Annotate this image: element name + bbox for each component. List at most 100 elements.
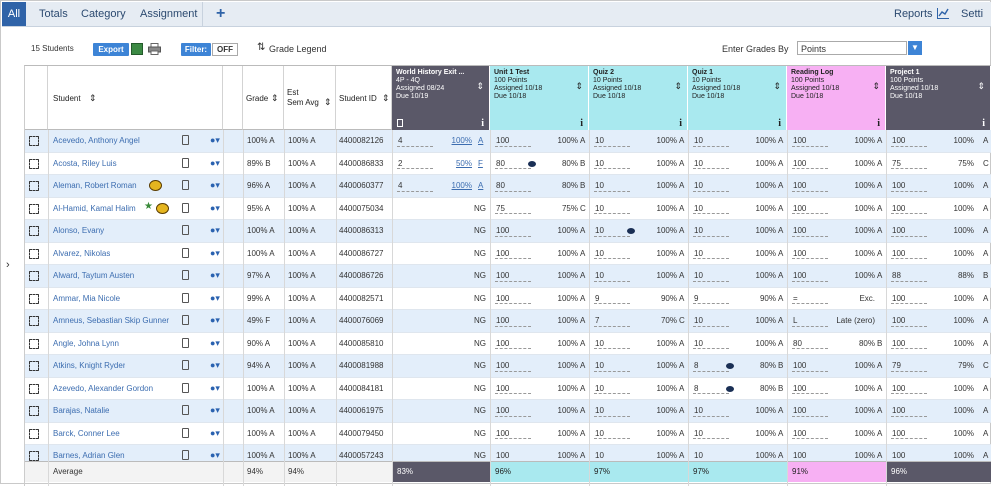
student-menu-icon[interactable]: ●▾ [210, 428, 220, 439]
clipboard-icon[interactable] [182, 292, 189, 303]
student-menu-icon[interactable]: ●▾ [210, 360, 220, 371]
expand-row-icon[interactable] [29, 361, 39, 371]
score-value[interactable]: 100 [793, 423, 806, 445]
score-value[interactable]: 80 [496, 153, 505, 175]
score-value[interactable]: 80 [496, 175, 505, 197]
student-name-link[interactable]: Azevedo, Alexander Gordon [53, 378, 153, 400]
sort-icon[interactable]: ⇕ [324, 97, 332, 108]
sort-icon[interactable]: ⇕ [872, 82, 880, 91]
clipboard-icon[interactable] [182, 135, 189, 145]
score-value[interactable]: 10 [694, 220, 703, 242]
score-value[interactable]: 100 [496, 243, 509, 265]
score-value[interactable]: 10 [694, 423, 703, 445]
comment-icon[interactable] [528, 160, 536, 167]
tab-category[interactable]: Category [81, 2, 126, 26]
score-value[interactable]: 10 [694, 333, 703, 355]
student-name-link[interactable]: Al-Hamid, Kamal Halim [53, 198, 136, 220]
score-value[interactable]: 10 [694, 153, 703, 175]
student-menu-icon[interactable]: ●▾ [210, 315, 220, 326]
score-value[interactable]: 100 [496, 220, 509, 242]
student-row[interactable]: Alvarez, Nikolas ●▾ 100% A 100% A 4400086727… [25, 243, 991, 265]
student-name-link[interactable]: Acosta, Riley Luis [53, 153, 117, 175]
filter-label[interactable]: Filter: [181, 43, 211, 56]
header-est-sem-avg[interactable]: Est Sem Avg ⇕ [284, 66, 336, 130]
comment-icon[interactable] [627, 228, 635, 234]
clipboard-icon[interactable] [182, 405, 189, 415]
student-name-link[interactable]: Angle, Johna Lynn [53, 333, 119, 355]
score-value[interactable]: 100 [793, 243, 806, 265]
student-menu-icon[interactable]: ●▾ [210, 135, 220, 146]
student-row[interactable]: Acosta, Riley Luis ●▾ 89% B 100% A 440008683… [25, 153, 991, 175]
score-value[interactable]: 10 [694, 400, 703, 422]
student-menu-icon[interactable]: ●▾ [210, 450, 220, 461]
student-menu-icon[interactable]: ●▾ [210, 158, 220, 169]
score-value[interactable]: 100 [793, 220, 806, 242]
score-value[interactable]: 10 [595, 400, 604, 422]
clipboard-icon[interactable] [182, 427, 189, 438]
score-value[interactable]: 100 [892, 400, 905, 422]
score-value[interactable]: 10 [694, 265, 703, 287]
score-value[interactable]: 10 [595, 333, 604, 355]
sort-icon[interactable]: ⇕ [382, 93, 390, 104]
student-menu-icon[interactable]: ●▾ [210, 203, 220, 214]
student-name-link[interactable]: Aleman, Robert Roman [53, 175, 137, 197]
score-value[interactable]: 10 [595, 378, 604, 400]
student-name-link[interactable]: Acevedo, Anthony Angel [53, 130, 140, 152]
clipboard-icon[interactable] [182, 337, 189, 348]
score-value[interactable]: 7 [595, 310, 599, 332]
reports-link[interactable]: Reports [894, 2, 933, 26]
tab-all[interactable]: All [2, 2, 26, 26]
assignment-header[interactable]: Reading Log 100 Points Assigned 10/18 Due 1… [787, 66, 886, 130]
student-menu-icon[interactable]: ●▾ [210, 338, 220, 349]
student-row[interactable]: Al-Hamid, Kamal Halim ★ ●▾ 95% A 100% A 44000… [25, 198, 991, 220]
student-row[interactable]: Aleman, Robert Roman ●▾ 96% A 100% A 4400060… [25, 175, 991, 198]
info-icon[interactable]: i [778, 119, 781, 129]
student-name-link[interactable]: Ammar, Mia Nicole [53, 288, 120, 310]
grade-legend-link[interactable]: Grade Legend [269, 44, 327, 54]
student-name-link[interactable]: Alonso, Evany [53, 220, 104, 242]
expand-row-icon[interactable] [29, 316, 39, 326]
student-name-link[interactable]: Amneus, Sebastian Skip Gunner [53, 310, 169, 332]
sort-icon[interactable]: ⇕ [89, 93, 97, 104]
student-menu-icon[interactable]: ●▾ [210, 405, 220, 416]
score-value[interactable]: 4 [398, 175, 402, 197]
reports-chart-icon[interactable] [937, 8, 949, 19]
header-grade[interactable]: Grade ⇕ [243, 66, 284, 130]
expand-row-icon[interactable] [29, 203, 39, 214]
score-value[interactable]: 100 [496, 423, 509, 445]
student-row[interactable]: Barck, Conner Lee ●▾ 100% A 100% A 440007945… [25, 423, 991, 445]
score-value[interactable]: 100 [793, 130, 806, 152]
score-value[interactable]: 9 [595, 288, 599, 310]
expand-row-icon[interactable] [29, 271, 39, 281]
student-row[interactable]: Atkins, Knight Ryder ●▾ 94% A 100% A 4400081… [25, 355, 991, 378]
score-value[interactable]: 88 [892, 265, 901, 287]
score-value[interactable]: 8 [694, 378, 698, 400]
assignment-header[interactable]: Unit 1 Test 100 Points Assigned 10/18 Due 1… [490, 66, 589, 130]
student-name-link[interactable]: Alward, Taytum Austen [53, 265, 134, 287]
score-value[interactable]: 100 [892, 378, 905, 400]
student-row[interactable]: Angle, Johna Lynn ●▾ 90% A 100% A 4400085810… [25, 333, 991, 355]
sort-icon[interactable]: ⇕ [674, 82, 682, 91]
student-name-link[interactable]: Barck, Conner Lee [53, 423, 120, 445]
score-value[interactable]: 75 [496, 198, 505, 220]
score-value[interactable]: 100 [892, 423, 905, 445]
score-value[interactable]: 100 [496, 288, 509, 310]
score-value[interactable]: L [793, 310, 797, 332]
tab-assignment[interactable]: Assignment [140, 2, 197, 26]
student-row[interactable]: Barajas, Natalie ●▾ 100% A 100% A 4400061975… [25, 400, 991, 423]
student-row[interactable]: Ammar, Mia Nicole ●▾ 99% A 100% A 4400082571… [25, 288, 991, 310]
score-value[interactable]: 2 [398, 153, 402, 175]
student-menu-icon[interactable]: ●▾ [210, 293, 220, 304]
student-row[interactable]: Alward, Taytum Austen ●▾ 97% A 100% A 440008… [25, 265, 991, 288]
clipboard-icon[interactable] [182, 360, 189, 370]
chevron-down-icon[interactable]: ▼ [908, 41, 922, 55]
score-value[interactable]: 100 [892, 130, 905, 152]
score-value[interactable]: 10 [694, 175, 703, 197]
expand-row-icon[interactable] [29, 293, 39, 304]
document-icon[interactable] [397, 119, 403, 127]
expand-row-icon[interactable] [29, 136, 39, 146]
clipboard-icon[interactable] [182, 270, 189, 280]
score-value[interactable]: 10 [694, 310, 703, 332]
student-row[interactable]: Amneus, Sebastian Skip Gunner ●▾ 49% F 100%… [25, 310, 991, 333]
info-icon[interactable]: i [679, 119, 682, 129]
